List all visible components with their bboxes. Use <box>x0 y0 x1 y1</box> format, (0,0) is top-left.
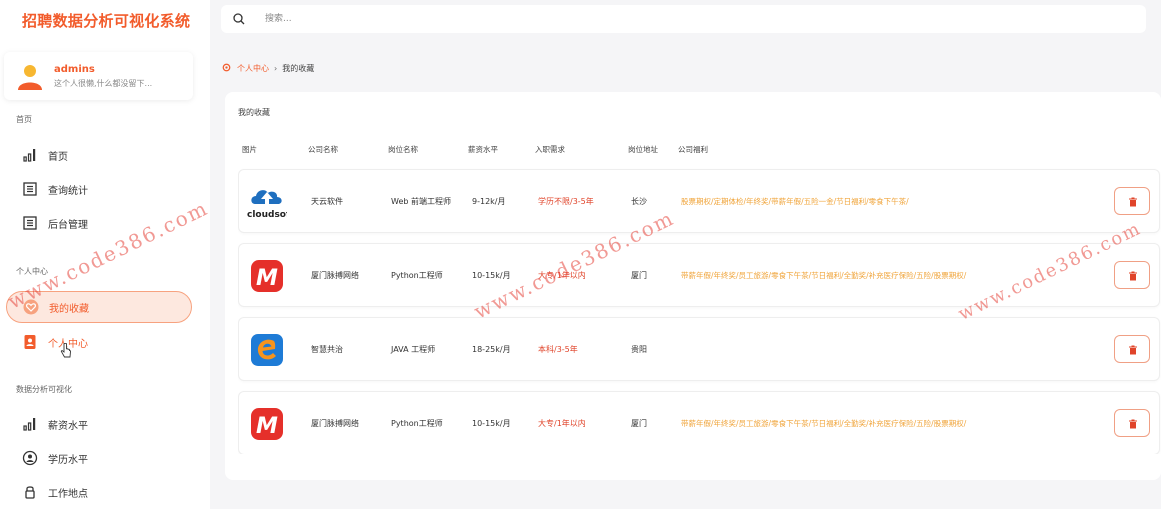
position-name: JAVA 工程师 <box>391 345 436 354</box>
table-row: M 厦门脉搏网络 Python工程师 10-15k/月 大专/1年以内 厦门 带… <box>238 391 1160 454</box>
trash-icon <box>1129 419 1137 429</box>
salary: 10-15k/月 <box>472 419 511 428</box>
delete-button[interactable] <box>1114 187 1150 215</box>
delete-button[interactable] <box>1114 335 1150 363</box>
requirement: 大专/1年以内 <box>538 419 586 428</box>
delete-button[interactable] <box>1114 409 1150 437</box>
bar-chart-icon <box>23 149 36 162</box>
trash-icon <box>1129 197 1137 207</box>
sidebar-item-label: 首页 <box>48 152 68 163</box>
section-label-home: 首页 <box>16 115 32 124</box>
lock-icon <box>25 486 35 499</box>
sidebar-item-label: 查询统计 <box>48 186 88 197</box>
company-name: 智慧共治 <box>311 345 343 354</box>
salary: 18-25k/月 <box>472 345 511 354</box>
location: 贵阳 <box>631 345 647 354</box>
app-title: 招聘数据分析可视化系统 <box>22 12 191 30</box>
salary: 10-15k/月 <box>472 271 511 280</box>
search-bar <box>221 5 1146 33</box>
requirement: 本科/3-5年 <box>538 345 578 354</box>
sidebar-item-education[interactable]: 学历水平 <box>0 443 200 473</box>
company-name: 厦门脉搏网络 <box>311 271 359 280</box>
m-logo-icon: M <box>251 408 283 440</box>
column-header: 公司福利 <box>678 145 708 154</box>
table-row: cloudsof 天云软件 Web 前端工程师 9-12k/月 学历不限/3-5… <box>238 169 1160 233</box>
sidebar-item-home[interactable]: 首页 <box>0 140 200 170</box>
breadcrumb-separator: › <box>274 64 278 73</box>
position-name: Web 前端工程师 <box>391 197 451 206</box>
logo-text: M <box>256 266 278 291</box>
sidebar-item-query-stats[interactable]: 查询统计 <box>0 174 200 204</box>
sidebar-item-salary[interactable]: 薪资水平 <box>0 409 200 439</box>
location: 厦门 <box>631 419 647 428</box>
search-icon[interactable] <box>232 12 246 26</box>
breadcrumb-current: 我的收藏 <box>282 64 315 73</box>
gear-icon <box>222 63 231 72</box>
location: 厦门 <box>631 271 647 280</box>
sidebar-item-location[interactable]: 工作地点 <box>0 477 200 507</box>
location: 长沙 <box>631 197 647 206</box>
column-header: 薪资水平 <box>468 145 498 154</box>
search-input[interactable] <box>265 11 665 27</box>
sidebar-item-label: 薪资水平 <box>48 421 88 432</box>
delete-button[interactable] <box>1114 261 1150 289</box>
column-header: 岗位地址 <box>628 145 658 154</box>
trash-icon <box>1129 271 1137 281</box>
section-label-analytics: 数据分析可视化 <box>16 385 72 394</box>
table-row: e 智慧共治 JAVA 工程师 18-25k/月 本科/3-5年 贵阳 <box>238 317 1160 381</box>
sidebar-item-label: 工作地点 <box>48 489 88 500</box>
welfare: 带薪年假/年终奖/员工旅游/零食下午茶/节日福利/全勤奖/补充医疗保险/五险/股… <box>681 419 967 428</box>
welfare: 股票期权/定期体检/年终奖/带薪年假/五险一金/节日福利/零食下午茶/ <box>681 197 909 206</box>
user-card[interactable]: admins 这个人很懒,什么都没留下... <box>4 52 193 100</box>
hand-cursor-icon <box>60 343 71 358</box>
breadcrumb: 个人中心 › 我的收藏 <box>222 63 314 77</box>
user-bio: 这个人很懒,什么都没留下... <box>54 79 153 88</box>
position-name: Python工程师 <box>391 271 443 280</box>
breadcrumb-link-personal-center[interactable]: 个人中心 <box>237 64 269 73</box>
user-name: admins <box>54 64 95 75</box>
m-logo-icon: M <box>251 260 283 292</box>
user-card-icon <box>24 335 36 349</box>
requirement: 学历不限/3-5年 <box>538 197 594 206</box>
company-name: 厦门脉搏网络 <box>311 419 359 428</box>
sidebar-item-label: 后台管理 <box>48 220 88 231</box>
bar-chart-icon <box>23 418 36 431</box>
logo-text: e <box>247 330 248 331</box>
column-header: 公司名称 <box>308 145 338 154</box>
trash-icon <box>1129 345 1137 355</box>
panel-title: 我的收藏 <box>238 108 270 117</box>
avatar <box>18 65 42 90</box>
salary: 9-12k/月 <box>472 197 506 206</box>
cloudsoft-logo-icon: cloudsof <box>247 190 287 220</box>
graduate-icon <box>22 450 38 466</box>
sidebar-item-label: 学历水平 <box>48 455 88 466</box>
favorites-list: cloudsof 天云软件 Web 前端工程师 9-12k/月 学历不限/3-5… <box>238 168 1161 454</box>
logo-text: M <box>256 414 278 439</box>
welfare: 带薪年假/年终奖/员工旅游/零食下午茶/节日福利/全勤奖/补充医疗保险/五险/股… <box>681 271 967 280</box>
column-header: 岗位名称 <box>388 145 418 154</box>
position-name: Python工程师 <box>391 419 443 428</box>
list-doc-icon <box>23 216 37 230</box>
column-header: 入职需求 <box>535 145 565 154</box>
sidebar-item-label: 我的收藏 <box>49 304 89 315</box>
e-logo-icon: e <box>247 330 283 366</box>
list-doc-icon <box>23 182 37 196</box>
column-header: 图片 <box>242 145 257 154</box>
company-name: 天云软件 <box>311 197 343 206</box>
sidebar-item-personal-center[interactable]: 个人中心 <box>0 327 200 358</box>
logo-text: cloudsof <box>247 210 287 220</box>
